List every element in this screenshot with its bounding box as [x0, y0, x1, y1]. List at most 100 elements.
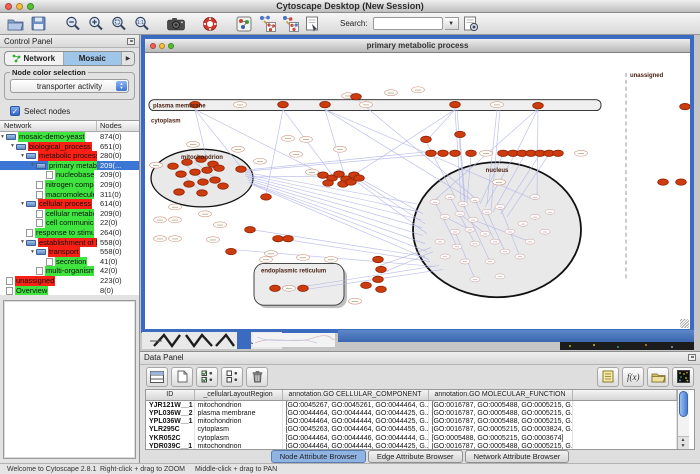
table-cell[interactable]: [GO:0016787, GO:0005488, GO:0005215, G..… — [428, 409, 572, 417]
scrollbar-thumb[interactable] — [679, 391, 688, 417]
network-node-labeled[interactable] — [282, 135, 295, 141]
resize-grip[interactable] — [680, 319, 689, 328]
network-node-small[interactable] — [458, 201, 468, 206]
table-cell[interactable]: [GO:0016787, GO:0005215, GO:0003824, G..… — [428, 426, 572, 434]
tree-item-response-to-stimulu[interactable]: response to stimulu264(0) — [0, 228, 139, 238]
network-node[interactable] — [298, 285, 309, 291]
network-node[interactable] — [245, 227, 256, 233]
network-node-small[interactable] — [490, 239, 500, 244]
network-node[interactable] — [553, 150, 564, 156]
network-node-labeled[interactable] — [297, 255, 310, 261]
network-node-small[interactable] — [465, 227, 475, 232]
network-node-small[interactable] — [482, 209, 492, 214]
scrollbar-arrows[interactable]: ▲▼ — [678, 436, 689, 449]
network-node[interactable] — [376, 286, 387, 292]
network-node-small[interactable] — [440, 254, 450, 259]
network-node[interactable] — [373, 256, 384, 262]
select-attributes-button[interactable] — [196, 367, 218, 387]
search-input[interactable] — [373, 17, 443, 30]
table-cell[interactable]: [GO:0016787, GO:0005488, GO:0005215, G..… — [428, 417, 572, 425]
network-node-labeled[interactable] — [169, 236, 182, 242]
network-node-small[interactable] — [485, 259, 495, 264]
frame-close-button[interactable] — [150, 43, 156, 49]
table-column-header[interactable]: annotation.GO MOLECULAR_FUNCTION — [428, 390, 572, 401]
vizmapper-button[interactable] — [233, 14, 254, 33]
network-node[interactable] — [426, 150, 437, 156]
zoom-fit-button[interactable]: 1:1 — [131, 14, 152, 33]
tree-item-establishment-of-lo[interactable]: ▼establishment of lo558(0) — [0, 238, 139, 248]
network-node[interactable] — [190, 169, 201, 175]
float-panel-icon[interactable] — [127, 38, 135, 45]
table-cell[interactable]: mitochondrion — [194, 443, 282, 450]
close-button[interactable] — [5, 3, 12, 10]
tree-item-cellular-metabo[interactable]: cellular metabo209(0) — [0, 209, 139, 219]
node-color-select[interactable]: transporter activity ▲▼ — [10, 79, 129, 93]
network-node[interactable] — [226, 248, 237, 254]
network-node[interactable] — [273, 235, 284, 241]
network-node[interactable] — [214, 165, 225, 171]
zoom-in-button[interactable] — [85, 14, 106, 33]
open-session-button[interactable] — [5, 14, 26, 33]
tabs-overflow-button[interactable]: ▶ — [121, 52, 134, 65]
apply-style-button[interactable] — [279, 14, 300, 33]
table-row[interactable]: YPL036W__1mitochondrion[GO:0044464, GO:0… — [146, 417, 676, 425]
network-node[interactable] — [202, 167, 213, 173]
table-cell[interactable]: YPL036W__1 — [146, 417, 194, 425]
network-view-titlebar[interactable]: primary metabolic process — [145, 39, 690, 53]
table-cell[interactable]: YKR052C — [146, 434, 194, 442]
import-attributes-button[interactable] — [647, 367, 669, 387]
network-node[interactable] — [176, 171, 187, 177]
network-node-small[interactable] — [445, 194, 455, 199]
tab-node-attribute-browser[interactable]: Node Attribute Browser — [271, 450, 366, 463]
table-cell[interactable] — [572, 434, 676, 442]
network-node-small[interactable] — [435, 239, 445, 244]
table-row[interactable]: YLR295Ccytoplasm[GO:0045263, GO:0044464,… — [146, 426, 676, 434]
attribute-report-button[interactable] — [597, 367, 619, 387]
table-cell[interactable]: mitochondrion — [194, 401, 282, 409]
zoom-selected-button[interactable] — [108, 14, 129, 33]
table-column-header[interactable] — [572, 390, 676, 401]
network-node[interactable] — [323, 180, 334, 186]
help-button[interactable] — [199, 14, 220, 33]
network-node[interactable] — [168, 163, 179, 169]
network-node[interactable] — [373, 276, 384, 282]
network-node[interactable] — [320, 101, 331, 107]
table-cell[interactable] — [572, 426, 676, 434]
network-node-small[interactable] — [495, 204, 505, 209]
table-cell[interactable]: [GO:0044464, GO:0044444, GO:0044425, G..… — [282, 409, 428, 417]
network-node-labeled[interactable] — [575, 150, 588, 156]
network-node[interactable] — [455, 131, 466, 137]
new-attribute-button[interactable] — [171, 367, 193, 387]
tree-item-mosaic-demo-yeast[interactable]: ▼mosaic-demo-yeast874(0) — [0, 132, 139, 142]
tab-edge-attribute-browser[interactable]: Edge Attribute Browser — [368, 450, 463, 463]
network-node[interactable] — [498, 150, 509, 156]
network-node[interactable] — [676, 179, 687, 185]
network-node[interactable] — [361, 282, 372, 288]
table-cell[interactable]: [GO:0016787, GO:0005488, GO:0005215, G..… — [428, 401, 572, 409]
tree-item-transport[interactable]: ▼transport558(0) — [0, 247, 139, 257]
snapshot-button[interactable] — [165, 14, 186, 33]
table-cell[interactable]: plasma membrane — [194, 409, 282, 417]
network-node[interactable] — [658, 179, 669, 185]
network-node-labeled[interactable] — [254, 158, 267, 164]
network-node[interactable] — [421, 136, 432, 142]
select-all-attributes-button[interactable] — [146, 367, 168, 387]
network-node[interactable] — [174, 189, 185, 195]
annotation-button[interactable] — [302, 14, 323, 33]
tree-item-cellular-process[interactable]: ▼cellular process614(0) — [0, 199, 139, 209]
network-node-small[interactable] — [500, 249, 510, 254]
network-node[interactable] — [278, 101, 289, 107]
table-row[interactable]: YDR039C__1mitochondrion[GO:0044464, GO:0… — [146, 443, 676, 450]
tree-column-nodes[interactable]: Nodes — [97, 121, 139, 131]
tree-item-biological-process[interactable]: ▼biological_process651(0) — [0, 142, 139, 152]
network-node-small[interactable] — [470, 241, 480, 246]
network-node-small[interactable] — [530, 194, 540, 199]
table-column-header[interactable]: ID — [146, 390, 194, 401]
matrix-view-button[interactable] — [672, 367, 694, 387]
network-node-small[interactable] — [530, 214, 540, 219]
table-cell[interactable]: YLR295C — [146, 426, 194, 434]
network-node[interactable] — [184, 181, 195, 187]
network-node-labeled[interactable] — [154, 236, 167, 242]
network-node[interactable] — [354, 175, 365, 181]
tree-item-metabolic-process[interactable]: ▼metabolic process280(0) — [0, 151, 139, 161]
